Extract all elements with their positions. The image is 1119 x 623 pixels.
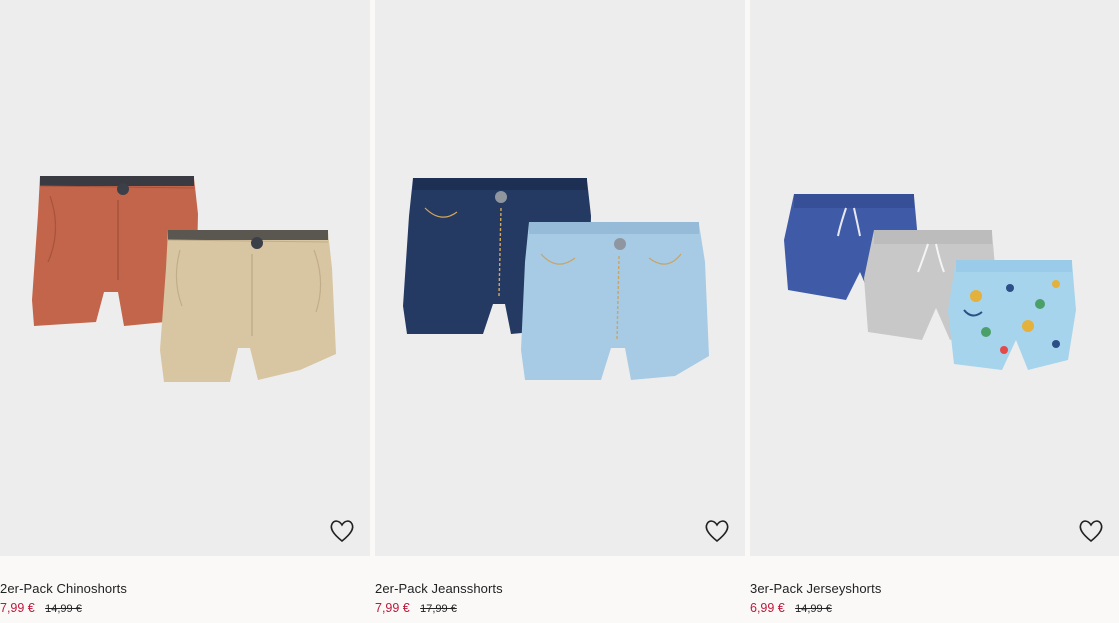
- sale-price: 6,99 €: [750, 601, 785, 615]
- product-name[interactable]: 2er-Pack Chinoshorts: [0, 581, 127, 596]
- heart-outline-icon[interactable]: [328, 518, 356, 544]
- product-grid: 2er-Pack Chinoshorts 7,99 € 14,99 € 2er-…: [0, 0, 1119, 623]
- jersey-shorts-image: [784, 194, 1076, 370]
- price-row: 7,99 € 14,99 €: [0, 601, 82, 615]
- old-price: 14,99 €: [45, 603, 82, 615]
- chino-shorts-image: [32, 176, 336, 382]
- product-card[interactable]: 2er-Pack Jeansshorts 7,99 € 17,99 €: [375, 0, 745, 623]
- product-image[interactable]: [0, 0, 370, 556]
- heart-outline-icon[interactable]: [703, 518, 731, 544]
- sale-price: 7,99 €: [375, 601, 410, 615]
- product-image[interactable]: [750, 0, 1119, 556]
- heart-outline-icon[interactable]: [1077, 518, 1105, 544]
- sale-price: 7,99 €: [0, 601, 35, 615]
- old-price: 14,99 €: [795, 603, 832, 615]
- product-card[interactable]: 2er-Pack Chinoshorts 7,99 € 14,99 €: [0, 0, 370, 623]
- price-row: 6,99 € 14,99 €: [750, 601, 832, 615]
- product-card[interactable]: 3er-Pack Jerseyshorts 6,99 € 14,99 €: [750, 0, 1119, 623]
- product-name[interactable]: 3er-Pack Jerseyshorts: [750, 581, 881, 596]
- old-price: 17,99 €: [420, 603, 457, 615]
- product-image[interactable]: [375, 0, 745, 556]
- jeans-shorts-image: [403, 178, 709, 380]
- product-name[interactable]: 2er-Pack Jeansshorts: [375, 581, 503, 596]
- price-row: 7,99 € 17,99 €: [375, 601, 457, 615]
